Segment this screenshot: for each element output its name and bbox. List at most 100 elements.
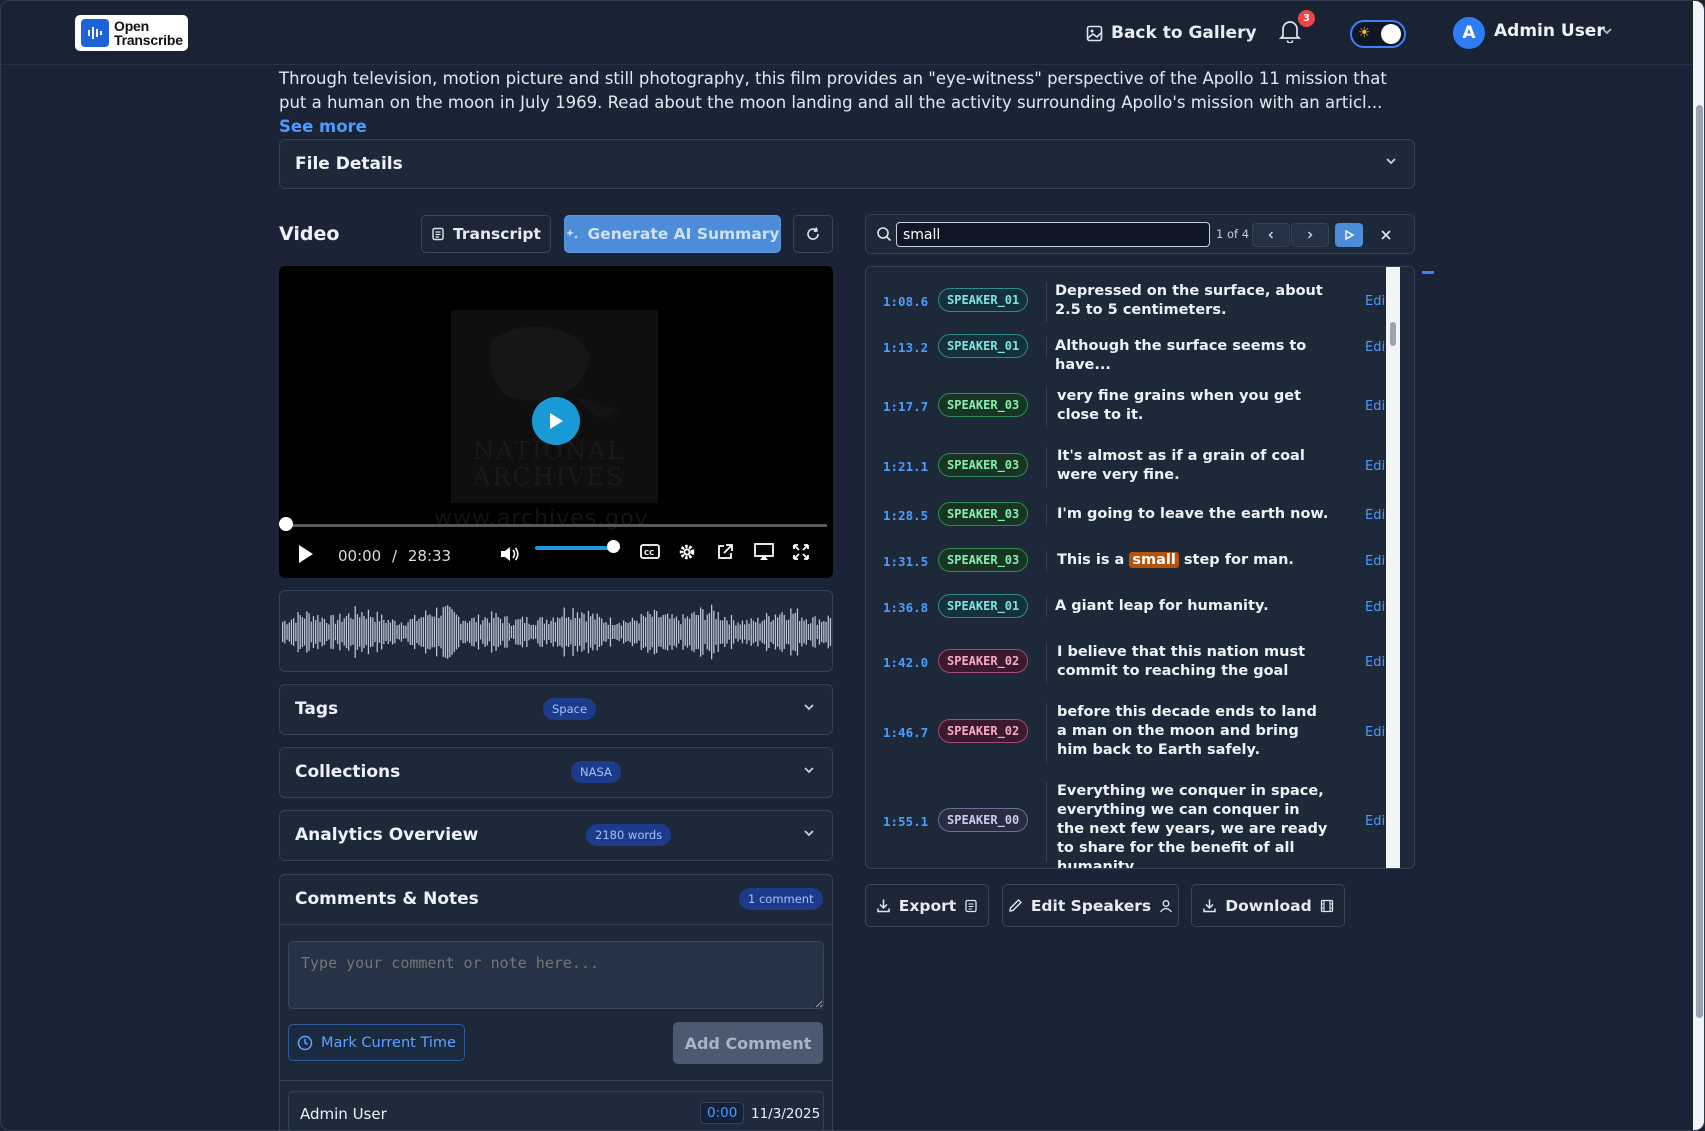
- page-scrollbar-thumb[interactable]: [1696, 105, 1703, 1018]
- search-input[interactable]: [896, 222, 1210, 247]
- next-match-button[interactable]: [1291, 223, 1329, 247]
- close-icon[interactable]: [1379, 227, 1393, 246]
- segment-timestamp[interactable]: 1:42.0: [883, 655, 928, 670]
- tags-panel[interactable]: Tags Space: [279, 684, 833, 735]
- segment-timestamp[interactable]: 1:08.6: [883, 294, 928, 309]
- waveform-bar: [475, 622, 477, 642]
- segment-timestamp[interactable]: 1:21.1: [883, 459, 928, 474]
- segment-timestamp[interactable]: 1:36.8: [883, 600, 928, 615]
- transcript-row[interactable]: 1:31.5 SPEAKER_03 This is a small step for…: [866, 548, 1390, 572]
- play-overlay-button[interactable]: [532, 397, 580, 445]
- external-link-icon[interactable]: [716, 543, 734, 565]
- export-button[interactable]: Export: [865, 884, 989, 927]
- transcript-row[interactable]: 1:46.7 SPEAKER_02 before this decade ends …: [866, 703, 1390, 763]
- sparkles-icon: [566, 229, 579, 239]
- video-player[interactable]: NATIONAL ARCHIVES www.archives.gov 00:00…: [279, 266, 833, 578]
- transcript-row[interactable]: 1:17.7 SPEAKER_03 very fine grains when yo…: [866, 387, 1390, 427]
- comment-textarea[interactable]: [288, 941, 824, 1009]
- fullscreen-icon[interactable]: [792, 543, 810, 565]
- waveform-bar: [372, 617, 374, 647]
- play-match-button[interactable]: [1335, 223, 1363, 247]
- cast-icon[interactable]: [754, 543, 774, 565]
- transcript-row[interactable]: 1:08.6 SPEAKER_01 Depressed on the surface…: [866, 282, 1390, 322]
- audio-waveform[interactable]: [279, 590, 833, 672]
- waveform-bar: [378, 621, 381, 643]
- segment-timestamp[interactable]: 1:46.7: [883, 725, 928, 740]
- waveform-bar: [436, 607, 438, 657]
- waveform-bar: [447, 605, 449, 659]
- refresh-button[interactable]: [793, 215, 833, 253]
- waveform-bar: [418, 618, 420, 646]
- transcript-scrollbar-thumb[interactable]: [1390, 322, 1396, 346]
- waveform-bar: [451, 609, 453, 655]
- speaker-badge[interactable]: SPEAKER_03: [938, 548, 1029, 572]
- file-details-panel[interactable]: File Details: [279, 139, 1415, 189]
- gear-icon[interactable]: [678, 543, 696, 565]
- transcript-row[interactable]: 1:21.1 SPEAKER_03 It's almost as if a grai…: [866, 447, 1390, 487]
- previous-match-button[interactable]: [1252, 223, 1290, 247]
- see-more-link[interactable]: See more: [279, 117, 367, 136]
- edit-speakers-button[interactable]: Edit Speakers: [1002, 884, 1179, 927]
- play-icon[interactable]: [297, 544, 315, 568]
- match-position-marker: [1422, 271, 1434, 274]
- waveform-bar: [548, 624, 550, 640]
- transcript-scrollbar[interactable]: [1386, 267, 1400, 868]
- seek-bar[interactable]: [285, 524, 827, 527]
- add-comment-button[interactable]: Add Comment: [673, 1022, 823, 1064]
- waveform-bar: [315, 620, 317, 644]
- back-to-gallery-link[interactable]: Back to Gallery: [1086, 15, 1257, 51]
- divider: [280, 924, 832, 925]
- speaker-badge[interactable]: SPEAKER_03: [938, 393, 1029, 417]
- transcript-button[interactable]: Transcript: [421, 215, 551, 253]
- waveform-bar: [546, 619, 548, 645]
- speaker-badge[interactable]: SPEAKER_00: [938, 808, 1029, 832]
- mark-current-time-button[interactable]: Mark Current Time: [288, 1024, 465, 1061]
- segment-timestamp[interactable]: 1:28.5: [883, 508, 928, 523]
- download-button[interactable]: Download: [1191, 884, 1345, 927]
- volume-icon[interactable]: [500, 546, 520, 566]
- waveform-bar: [497, 616, 499, 648]
- chevron-down-icon[interactable]: [802, 826, 816, 843]
- waveform-bar: [488, 622, 491, 642]
- volume-handle[interactable]: [607, 540, 620, 553]
- volume-track[interactable]: [535, 546, 617, 550]
- speaker-badge[interactable]: SPEAKER_02: [938, 649, 1029, 673]
- speaker-badge[interactable]: SPEAKER_01: [938, 288, 1029, 312]
- chevron-down-icon[interactable]: [1600, 23, 1614, 42]
- transcript-row[interactable]: 1:28.5 SPEAKER_03 I'm going to leave the e…: [866, 502, 1390, 526]
- chevron-down-icon[interactable]: [1384, 154, 1398, 171]
- segment-timestamp[interactable]: 1:55.1: [883, 814, 928, 829]
- page-scrollbar[interactable]: [1693, 1, 1704, 1130]
- chevron-down-icon[interactable]: [802, 763, 816, 780]
- waveform-bar: [299, 615, 301, 649]
- analytics-panel[interactable]: Analytics Overview 2180 words: [279, 810, 833, 861]
- waveform-bar: [350, 618, 352, 646]
- chevron-down-icon[interactable]: [802, 700, 816, 717]
- app-logo[interactable]: Open Transcribe: [75, 15, 188, 51]
- transcript-row[interactable]: 1:42.0 SPEAKER_02 I believe that this nati…: [866, 643, 1390, 683]
- collections-panel[interactable]: Collections NASA: [279, 747, 833, 798]
- waveform-bar: [579, 618, 581, 646]
- speaker-badge[interactable]: SPEAKER_02: [938, 719, 1029, 743]
- user-name[interactable]: Admin User: [1494, 21, 1605, 41]
- segment-timestamp[interactable]: 1:31.5: [883, 554, 928, 569]
- transcript-row[interactable]: 1:36.8 SPEAKER_01 A giant leap for humanit…: [866, 594, 1390, 618]
- closed-captions-icon[interactable]: CC: [640, 543, 660, 565]
- generate-ai-summary-button[interactable]: Generate AI Summary: [564, 215, 781, 253]
- waveform-bar: [603, 622, 605, 642]
- theme-toggle[interactable]: ☀: [1350, 20, 1406, 48]
- speaker-badge[interactable]: SPEAKER_03: [938, 453, 1029, 477]
- segment-timestamp[interactable]: 1:17.7: [883, 399, 928, 414]
- speaker-badge[interactable]: SPEAKER_01: [938, 594, 1029, 618]
- seek-handle[interactable]: [279, 517, 293, 531]
- waveform-bar: [521, 616, 524, 648]
- avatar[interactable]: A: [1453, 17, 1485, 49]
- waveform-bar: [392, 619, 394, 645]
- comment-timestamp[interactable]: 0:00: [700, 1102, 745, 1124]
- speaker-badge[interactable]: SPEAKER_03: [938, 502, 1029, 526]
- segment-timestamp[interactable]: 1:13.2: [883, 340, 928, 355]
- waveform-bar: [352, 619, 354, 645]
- speaker-badge[interactable]: SPEAKER_01: [938, 334, 1029, 358]
- transcript-row[interactable]: 1:55.1 SPEAKER_00 Everything we conquer in…: [866, 782, 1390, 868]
- transcript-row[interactable]: 1:13.2 SPEAKER_01 Although the surface see…: [866, 334, 1390, 373]
